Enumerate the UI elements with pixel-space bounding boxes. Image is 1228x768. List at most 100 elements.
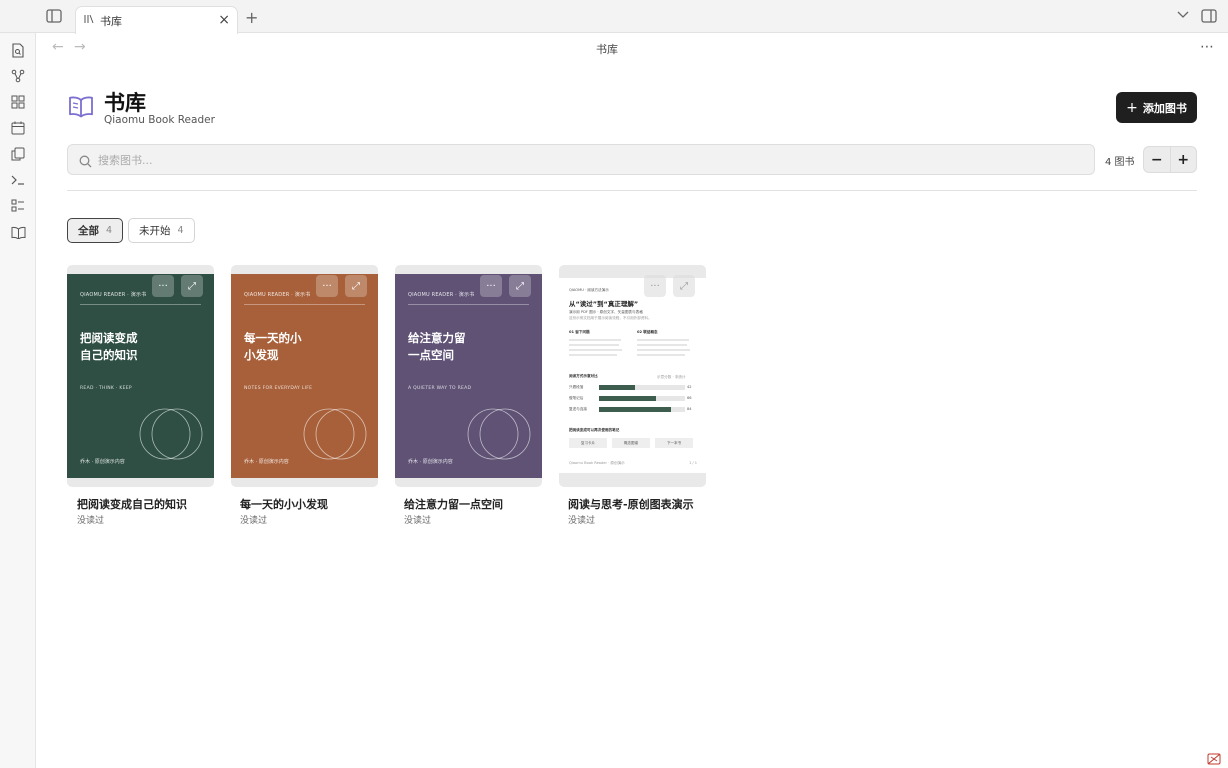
page-subtitle: Qiaomu Book Reader: [104, 114, 215, 126]
doc-chart-label: 复述与连接: [569, 407, 587, 411]
doc-chart-value: 42: [687, 385, 692, 389]
cover-circles-graphic: [467, 408, 531, 460]
book-title[interactable]: 给注意力留一点空间: [404, 496, 503, 512]
cover-circles-graphic: [139, 408, 203, 460]
add-book-button[interactable]: + 添加图书: [1116, 92, 1197, 123]
tab-label: 书库: [100, 14, 122, 28]
filter-not-started[interactable]: 未开始 4: [128, 218, 195, 243]
book-icon: [68, 95, 94, 119]
book-status: 没读过: [404, 516, 432, 526]
doc-footer: Qiaomu Book Reader · 原创演示: [569, 461, 625, 465]
book-card[interactable]: QIAOMU READER · 演示书 每一天的小 小发现 NOTES FOR E…: [231, 265, 378, 487]
divider: [67, 190, 1197, 191]
card-more-button[interactable]: ···: [480, 275, 502, 297]
book-open-icon[interactable]: [10, 224, 26, 240]
doc-col1-title: 01 留下问题: [569, 330, 590, 334]
doc-pill: 下一本书: [655, 438, 693, 448]
expand-icon[interactable]: ⤢: [673, 275, 695, 297]
page-title: 书库: [104, 91, 146, 115]
cover-circles-graphic: [303, 408, 367, 460]
cover-title: 每一天的小 小发现: [244, 331, 302, 362]
terminal-icon[interactable]: [10, 172, 26, 188]
cover-title: 把阅读变成 自己的知识: [80, 331, 138, 362]
doc-section-title: 把阅读变成可以再次使用的笔记: [569, 428, 620, 432]
zoom-in-button[interactable]: +: [1171, 147, 1197, 172]
doc-pill: 复习卡片: [569, 438, 607, 448]
book-status: 没读过: [568, 516, 596, 526]
filter-count: 4: [106, 225, 113, 236]
expand-icon[interactable]: ⤢: [509, 275, 531, 297]
sidebar-toggle-icon[interactable]: [46, 9, 62, 23]
doc-col2-title: 02 联结概念: [637, 330, 658, 334]
cover-title: 给注意力留 一点空间: [408, 331, 466, 362]
library-icon: [84, 14, 94, 27]
calendar-icon[interactable]: [10, 120, 26, 136]
doc-text-lines: [569, 339, 690, 356]
book-cover-document: QIAOMU · 阅读方法演示 从“读过”到“真正理解” 演示用 PDF 图示 …: [559, 278, 706, 473]
doc-chart-bar: [599, 396, 656, 401]
book-status: 没读过: [240, 516, 268, 526]
cover-footer: 乔木 · 原创演示内容: [244, 459, 289, 465]
book-cover: QIAOMU READER · 演示书 把阅读变成 自己的知识 READ · TH…: [67, 274, 214, 478]
book-title[interactable]: 阅读与思考-原创图表演示: [568, 496, 694, 512]
close-icon[interactable]: ×: [218, 12, 230, 28]
doc-brand: QIAOMU · 阅读方法演示: [569, 288, 609, 292]
doc-chart-label: 只看段落: [569, 385, 584, 389]
cover-rule: [80, 304, 201, 305]
search-icon: [79, 153, 92, 172]
cover-footer: 乔木 · 原创演示内容: [408, 459, 453, 465]
chevron-down-icon[interactable]: [1177, 11, 1189, 19]
book-title[interactable]: 把阅读变成自己的知识: [77, 496, 187, 512]
doc-page-number: 1 / 1: [689, 461, 698, 465]
checklist-icon[interactable]: [10, 198, 26, 214]
book-cover: QIAOMU READER · 演示书 给注意力留 一点空间 A QUIETER …: [395, 274, 542, 478]
zoom-controls: − +: [1143, 146, 1197, 173]
tab-library[interactable]: 书库 ×: [75, 6, 238, 34]
doc-subtitle: 演示用 PDF 图示 · 原创文字、矢量图表与表格: [569, 310, 643, 314]
right-sidebar-toggle-icon[interactable]: [1201, 9, 1217, 23]
book-card[interactable]: QIAOMU READER · 演示书 给注意力留 一点空间 A QUIETER …: [395, 265, 542, 487]
doc-pill: 概念图谱: [612, 438, 650, 448]
cover-tag: NOTES FOR EVERYDAY LIFE: [244, 386, 313, 391]
book-count: 4 图书: [1105, 157, 1135, 168]
cover-tag: READ · THINK · KEEP: [80, 386, 132, 391]
plus-icon: +: [1126, 99, 1138, 116]
doc-chart-bar: [599, 407, 672, 412]
filter-count: 4: [177, 225, 184, 236]
sync-off-icon[interactable]: [1207, 750, 1221, 768]
zoom-out-button[interactable]: −: [1144, 147, 1171, 172]
doc-chart-legend: 示意分数 · 非统计: [657, 375, 686, 379]
new-tab-button[interactable]: +: [245, 8, 258, 27]
expand-icon[interactable]: ⤢: [345, 275, 367, 297]
cover-rule: [244, 304, 365, 305]
cover-brand: QIAOMU READER · 演示书: [408, 292, 475, 298]
book-title[interactable]: 每一天的小小发现: [240, 496, 328, 512]
cover-brand: QIAOMU READER · 演示书: [80, 292, 147, 298]
search-input[interactable]: [98, 151, 1078, 169]
doc-chart-title: 阅读方式示意对比: [569, 374, 598, 378]
add-book-label: 添加图书: [1142, 101, 1187, 115]
doc-chart-value: 66: [687, 396, 692, 400]
card-more-button[interactable]: ···: [152, 275, 174, 297]
cover-brand: QIAOMU READER · 演示书: [244, 292, 311, 298]
filter-label: 未开始: [139, 225, 171, 237]
filter-label: 全部: [78, 225, 99, 237]
cover-rule: [408, 304, 529, 305]
book-status: 没读过: [77, 516, 105, 526]
grid-icon[interactable]: [10, 94, 26, 110]
doc-chart-bar: [599, 385, 636, 390]
filter-all[interactable]: 全部 4: [67, 218, 124, 243]
cover-footer: 乔木 · 原创演示内容: [80, 459, 125, 465]
expand-icon[interactable]: ⤢: [181, 275, 203, 297]
graph-icon[interactable]: [10, 68, 26, 84]
copy-icon[interactable]: [10, 146, 26, 162]
more-options-button[interactable]: ⋯: [1200, 39, 1214, 55]
cover-tag: A QUIETER WAY TO READ: [408, 386, 472, 391]
doc-chart-value: 84: [687, 407, 692, 411]
tab-bar: 书库 × +: [0, 0, 1228, 34]
doc-headline: 从“读过”到“真正理解”: [569, 300, 639, 308]
book-card[interactable]: QIAOMU READER · 演示书 把阅读变成 自己的知识 READ · TH…: [67, 265, 214, 487]
book-card[interactable]: QIAOMU · 阅读方法演示 从“读过”到“真正理解” 演示用 PDF 图示 …: [559, 265, 706, 487]
card-more-button[interactable]: ···: [644, 275, 666, 297]
card-more-button[interactable]: ···: [316, 275, 338, 297]
